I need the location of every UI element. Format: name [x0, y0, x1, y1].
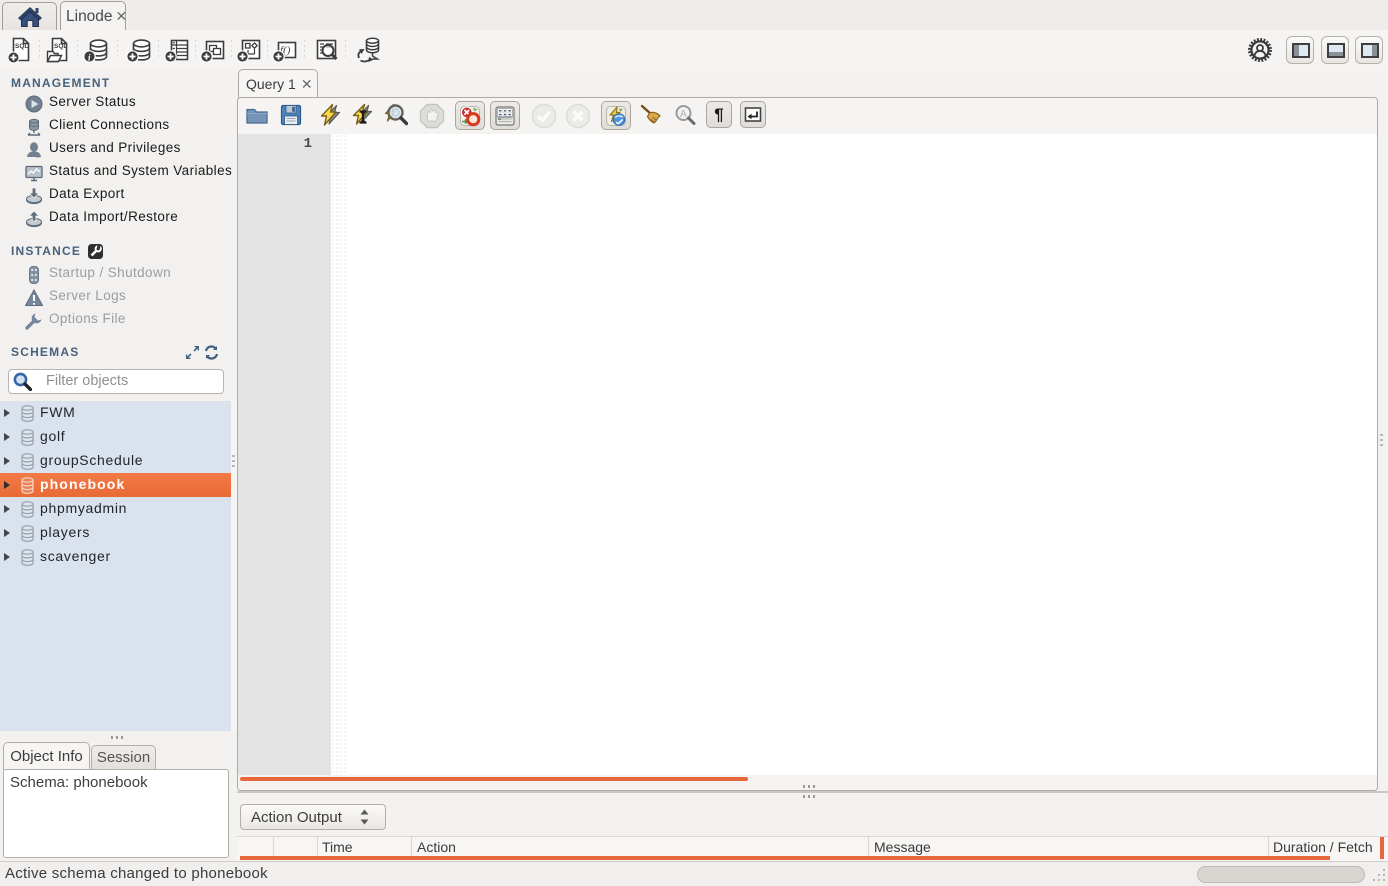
- svg-text:SQL: SQL: [54, 43, 67, 50]
- svg-text:A: A: [680, 109, 687, 120]
- svg-text:SQL: SQL: [15, 43, 28, 50]
